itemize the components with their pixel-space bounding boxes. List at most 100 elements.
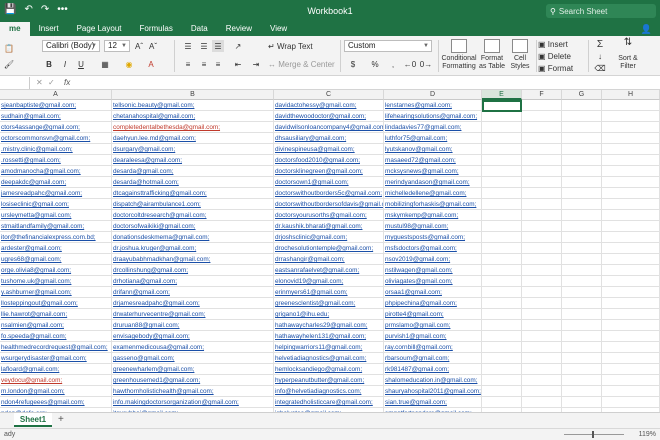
add-sheet-button[interactable]: + [58, 414, 64, 425]
table-cell[interactable]: drcollinshung@gmail.com; [112, 265, 274, 276]
table-cell[interactable] [522, 375, 562, 386]
table-cell[interactable] [602, 298, 660, 309]
table-cell[interactable] [602, 386, 660, 397]
table-cell[interactable]: doctorswithoutborders5c@gmail.com; [274, 188, 384, 199]
table-cell[interactable]: davidwilsonloancompany4@gmail.com; [274, 122, 384, 133]
percent-button[interactable]: % [370, 58, 380, 70]
table-cell[interactable] [522, 133, 562, 144]
table-cell[interactable]: lyutskanov@gmail.com; [384, 144, 482, 155]
table-cell[interactable]: msfsdoctors@gmail.com; [384, 243, 482, 254]
table-cell[interactable]: gasseno@gmail.com; [112, 353, 274, 364]
table-cell[interactable]: llie.hawrot@gmail.com; [0, 309, 112, 320]
table-cell[interactable]: doctorsfood2010@gmail.com; [274, 155, 384, 166]
table-cell[interactable]: nstilwagen@gmail.com; [384, 265, 482, 276]
table-cell[interactable] [482, 298, 522, 309]
comma-button[interactable]: ‚ [388, 58, 398, 70]
table-cell[interactable]: tushome.uk@gmail.com; [0, 276, 112, 287]
table-cell[interactable]: oliviagates@gmail.com; [384, 276, 482, 287]
table-cell[interactable] [602, 342, 660, 353]
table-cell[interactable]: ndon4refugeees@gmail.com; [0, 397, 112, 408]
table-cell[interactable] [602, 265, 660, 276]
table-cell[interactable] [562, 210, 602, 221]
table-cell[interactable] [482, 166, 522, 177]
table-cell[interactable] [562, 331, 602, 342]
tab-insert[interactable]: Insert [30, 22, 68, 36]
font-size-select[interactable]: 12 ▼ [104, 40, 130, 52]
table-cell[interactable] [562, 397, 602, 408]
fill-color-icon[interactable]: ◉ [122, 58, 136, 70]
format-painter-icon[interactable]: 🖌 [2, 58, 16, 70]
table-cell[interactable]: orge.olivia8@gmail.com; [0, 265, 112, 276]
table-cell[interactable]: davidthewoodoctor@gmail.com; [274, 111, 384, 122]
align-left-icon[interactable]: ≡ [182, 58, 194, 70]
table-cell[interactable]: prmslamo@gmail.com; [384, 320, 482, 331]
decrease-decimal-icon[interactable]: 0→ [420, 58, 432, 70]
tab-formulas[interactable]: Formulas [131, 22, 182, 36]
table-cell[interactable]: lindadavies77@gmail.com; [384, 122, 482, 133]
table-cell[interactable] [482, 177, 522, 188]
table-cell[interactable]: ursleymetta@gmail.com; [0, 210, 112, 221]
zoom-slider[interactable] [564, 431, 624, 438]
table-cell[interactable]: orsaa1@gmail.com; [384, 287, 482, 298]
cell-styles-button[interactable]: Cell Styles [508, 39, 532, 71]
table-cell[interactable] [482, 342, 522, 353]
table-cell[interactable]: veydocu@gmail.com; [0, 375, 112, 386]
table-cell[interactable] [482, 287, 522, 298]
format-as-table-button[interactable]: Format as Table [478, 39, 506, 71]
table-cell[interactable]: daehyun.lee.md@gmail.com; [112, 133, 274, 144]
table-cell[interactable]: eastsanrafaelvet@gmail.com; [274, 265, 384, 276]
table-cell[interactable] [482, 320, 522, 331]
cancel-icon[interactable]: ✕ [36, 78, 43, 87]
spreadsheet-grid[interactable]: A B C D E F G H sjeanbaptiste@gmail.com;… [0, 90, 660, 412]
align-middle-icon[interactable]: ☰ [198, 40, 210, 52]
table-cell[interactable] [562, 375, 602, 386]
table-cell[interactable] [562, 232, 602, 243]
table-cell[interactable] [562, 320, 602, 331]
table-cell[interactable] [522, 100, 562, 111]
table-cell[interactable] [562, 254, 602, 265]
table-cell[interactable] [482, 265, 522, 276]
table-cell[interactable] [602, 155, 660, 166]
table-cell[interactable] [562, 155, 602, 166]
table-cell[interactable] [522, 320, 562, 331]
table-cell[interactable]: divinespineusa@gmail.com; [274, 144, 384, 155]
table-cell[interactable]: examenmedicousa@gmail.com; [112, 342, 274, 353]
table-cell[interactable]: losiseclinic@gmail.com; [0, 199, 112, 210]
table-cell[interactable]: doctorsown1@gmail.com; [274, 177, 384, 188]
table-cell[interactable] [522, 353, 562, 364]
fill-icon[interactable]: ↓ [594, 50, 606, 62]
table-cell[interactable] [522, 287, 562, 298]
table-cell[interactable] [562, 386, 602, 397]
table-cell[interactable]: info@helvetiadiagnostics.com; [274, 386, 384, 397]
table-cell[interactable]: deepakdc@gmail.com; [0, 177, 112, 188]
table-cell[interactable]: stmaitlandfamily@gmail.com; [0, 221, 112, 232]
table-cell[interactable] [482, 210, 522, 221]
table-cell[interactable]: amodmanocha@gmail.com; [0, 166, 112, 177]
tab-review[interactable]: Review [217, 22, 261, 36]
table-cell[interactable] [602, 397, 660, 408]
table-cell[interactable]: pirotte4@gmail.com; [384, 309, 482, 320]
table-cell[interactable] [482, 276, 522, 287]
table-cell[interactable]: hyperpeanutbutter@gmail.com; [274, 375, 384, 386]
table-cell[interactable] [522, 397, 562, 408]
merge-center-button[interactable]: ↔ Merge & Center [268, 58, 338, 70]
table-cell[interactable]: masaeed72@gmail.com; [384, 155, 482, 166]
fx-icon[interactable]: fx [64, 78, 70, 87]
table-cell[interactable] [562, 177, 602, 188]
align-top-icon[interactable]: ☰ [182, 40, 194, 52]
table-cell[interactable] [522, 298, 562, 309]
table-cell[interactable]: drwaterhurvecentre@gmail.com; [112, 309, 274, 320]
font-name-select[interactable]: Calibri (Body) ▼ [42, 40, 100, 52]
column-header-b[interactable]: B [112, 90, 274, 100]
table-cell[interactable] [602, 375, 660, 386]
table-cell[interactable] [522, 188, 562, 199]
table-cell[interactable] [522, 122, 562, 133]
table-cell[interactable] [522, 144, 562, 155]
table-cell[interactable] [522, 166, 562, 177]
underline-button[interactable]: U [76, 58, 86, 70]
currency-button[interactable]: $ [348, 58, 358, 70]
table-cell[interactable]: desarda@gmail.com; [112, 166, 274, 177]
insert-cells-button[interactable]: ▣ Insert [538, 38, 582, 50]
table-cell[interactable] [482, 397, 522, 408]
table-cell[interactable] [482, 331, 522, 342]
